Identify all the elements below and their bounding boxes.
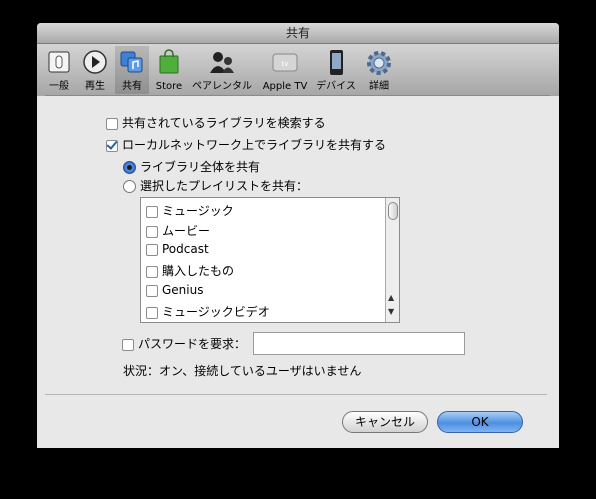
playlist-scrollbar[interactable]: ▲ ▼ <box>385 198 399 322</box>
share-library-label: ローカルネットワーク上でライブラリを共有する <box>122 138 387 152</box>
playlist-checkbox[interactable] <box>146 284 158 297</box>
playlist-checkbox[interactable] <box>146 205 158 218</box>
general-switch-icon <box>48 51 70 73</box>
share-selected-label: 選択したプレイリストを共有： <box>140 179 309 193</box>
playlist-label: ミュージックビデオ <box>162 305 270 319</box>
gear-icon <box>367 51 391 75</box>
device-icon <box>330 50 343 75</box>
tab-apple-tv[interactable]: tv Apple TV <box>260 46 310 94</box>
tab-parental[interactable]: ペアレンタル <box>190 46 254 94</box>
tab-devices[interactable]: デバイス <box>314 46 358 94</box>
tab-advanced[interactable]: 詳細 <box>362 46 396 94</box>
playlist-checkbox[interactable] <box>146 265 158 278</box>
list-item[interactable]: ミュージック <box>146 202 234 219</box>
svg-text:tv: tv <box>282 60 289 68</box>
playlist-checkbox[interactable] <box>146 306 158 319</box>
playlist-label: 購入したもの <box>162 264 235 278</box>
tab-label: デバイス <box>316 81 356 92</box>
password-field[interactable] <box>253 332 465 355</box>
parental-icon <box>210 52 234 73</box>
playlist-checkbox[interactable] <box>146 243 158 256</box>
scrollbar-thumb[interactable] <box>388 202 398 220</box>
list-item[interactable]: ムービー <box>146 222 210 239</box>
list-item[interactable]: 購入したもの <box>146 262 234 279</box>
tab-label: Store <box>155 81 183 92</box>
share-selected-radio[interactable] <box>123 180 136 193</box>
password-option[interactable]: パスワードを要求： <box>122 335 246 352</box>
playlist-label: Genius <box>162 283 204 297</box>
playlist-label: Podcast <box>162 242 209 256</box>
playlist-list[interactable]: ミュージック ムービー Podcast 購入したもの Genius ミュージック… <box>140 197 400 323</box>
list-item[interactable]: ミュージックビデオ <box>146 303 270 320</box>
share-all-option[interactable]: ライブラリ全体を共有 <box>123 158 260 175</box>
sharing-icon <box>120 51 143 73</box>
playlist-checkbox[interactable] <box>146 225 158 238</box>
search-shared-option[interactable]: 共有されているライブラリを検索する <box>106 114 326 131</box>
tab-general[interactable]: 一般 <box>44 46 74 94</box>
cancel-button[interactable]: キャンセル <box>342 411 428 433</box>
share-all-radio[interactable] <box>123 161 136 174</box>
password-checkbox[interactable] <box>122 338 134 351</box>
tab-label: 再生 <box>85 81 105 92</box>
store-bag-icon <box>159 49 179 74</box>
tab-label: Apple TV <box>262 81 308 92</box>
tab-playback[interactable]: 再生 <box>79 46 111 94</box>
scroll-up-arrow-icon[interactable]: ▲ <box>388 293 394 302</box>
share-library-option[interactable]: ローカルネットワーク上でライブラリを共有する <box>106 136 386 153</box>
tab-label: 一般 <box>49 81 69 92</box>
toolbar-divider <box>45 95 550 96</box>
scroll-down-arrow-icon[interactable]: ▼ <box>388 307 394 316</box>
divider <box>45 394 547 395</box>
window-title: 共有 <box>37 23 559 44</box>
list-item[interactable]: Genius <box>146 283 203 297</box>
playlist-label: ムービー <box>162 224 211 238</box>
play-icon <box>83 50 107 74</box>
tab-store[interactable]: Store <box>153 46 185 94</box>
tab-label: 共有 <box>122 81 142 92</box>
tab-sharing[interactable]: 共有 <box>115 46 149 94</box>
status-text: 状況：オン、接続しているユーザはいません <box>123 364 362 378</box>
search-shared-checkbox[interactable] <box>106 117 118 130</box>
preferences-toolbar: 一般 再生 共有 Store ペアレンタル tv Apple TV デバイス 詳… <box>37 44 559 96</box>
search-shared-label: 共有されているライブラリを検索する <box>122 116 326 130</box>
ok-button[interactable]: OK <box>437 411 523 433</box>
playlist-label: ミュージック <box>162 204 234 218</box>
tab-label: 詳細 <box>369 81 389 92</box>
apple-tv-icon: tv <box>272 53 298 72</box>
password-label: パスワードを要求： <box>138 337 247 351</box>
tab-label: ペアレンタル <box>192 81 252 92</box>
share-all-label: ライブラリ全体を共有 <box>140 160 261 174</box>
share-library-checkbox[interactable] <box>106 139 118 152</box>
list-item[interactable]: Podcast <box>146 242 209 256</box>
share-selected-option[interactable]: 選択したプレイリストを共有： <box>123 177 308 194</box>
